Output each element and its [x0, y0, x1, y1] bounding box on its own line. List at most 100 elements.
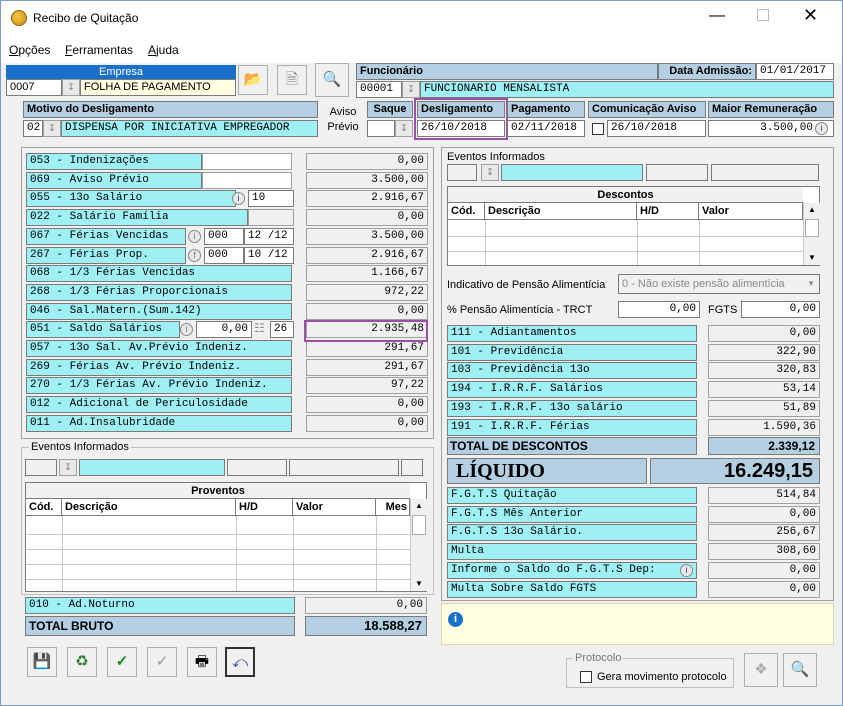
- menu-ajuda[interactable]: Ajuda: [148, 43, 179, 57]
- funcionario-lookup-button[interactable]: ↧: [402, 81, 420, 98]
- proventos-row-value: 972,22: [306, 283, 428, 301]
- recycle-button[interactable]: ♻: [67, 647, 97, 677]
- proventos-col-cod[interactable]: Cód.: [26, 499, 62, 516]
- eventos-right-code[interactable]: [447, 164, 477, 181]
- motivo-lookup-button[interactable]: ↧: [43, 120, 61, 137]
- info-icon[interactable]: i: [232, 192, 245, 206]
- menu-opcoes[interactable]: Opções: [9, 43, 50, 57]
- saque-lookup-button[interactable]: ↧: [395, 120, 413, 137]
- info-icon[interactable]: i: [188, 229, 201, 243]
- minimize-button[interactable]: —: [709, 7, 725, 25]
- proventos-row-extra[interactable]: 000: [204, 246, 244, 264]
- info-icon[interactable]: i: [815, 122, 828, 135]
- descontos-row-value: 322,90: [708, 343, 820, 361]
- confirm-button[interactable]: ✓: [107, 647, 137, 677]
- fgts-row-label: Informe o Saldo do F.G.T.S Dep:: [447, 561, 697, 579]
- eventos-right-hd[interactable]: [646, 164, 708, 181]
- proventos-row-value: 291,67: [306, 340, 428, 357]
- motivo-code-field[interactable]: 02: [23, 120, 43, 137]
- eventos-left-mes[interactable]: [401, 459, 423, 476]
- funcionario-code-field[interactable]: 00001: [356, 81, 402, 98]
- adnoturno-label: 010 - Ad.Noturno: [25, 597, 295, 614]
- empresa-lookup-button[interactable]: ↧: [62, 79, 80, 96]
- proventos-row-label: 068 - 1/3 Férias Vencidas: [26, 265, 292, 283]
- proventos-row-extra[interactable]: [202, 171, 292, 189]
- protocolo-search-button[interactable]: 🔍: [783, 653, 817, 687]
- proventos-row-extra2[interactable]: 10 /12: [244, 246, 294, 264]
- descontos-row-value: 51,89: [708, 399, 820, 417]
- proventos-row-value: 0,00: [306, 209, 428, 227]
- app-icon: [11, 10, 27, 26]
- magnifier-icon: 🔍: [322, 71, 342, 88]
- total-bruto-label: TOTAL BRUTO: [25, 616, 295, 636]
- eventos-right-legend: Eventos Informados: [447, 151, 545, 163]
- save-button[interactable]: 💾: [27, 647, 57, 677]
- desligamento-highlight: [414, 98, 508, 140]
- proventos-grid[interactable]: Proventos Cód. Descrição H/D Valor Mes ▲…: [25, 482, 427, 592]
- proventos-col-valor[interactable]: Valor: [293, 499, 376, 516]
- descontos-col-hd[interactable]: H/D: [637, 203, 699, 220]
- proventos-row-extra[interactable]: 0,00: [196, 321, 252, 339]
- comunicacao-checkbox[interactable]: [592, 123, 604, 135]
- menu-ferramentas[interactable]: Ferramentas: [65, 43, 133, 57]
- comunicacao-header: Comunicação Aviso: [588, 101, 706, 118]
- proventos-row-extra[interactable]: 000: [204, 227, 244, 245]
- proventos-col-descricao[interactable]: Descrição: [62, 499, 236, 516]
- eventos-left-desc[interactable]: [79, 459, 225, 476]
- fgts-row-label: F.G.T.S Mês Anterior: [447, 505, 697, 523]
- proventos-row-extra2[interactable]: 26: [270, 321, 294, 339]
- proventos-col-hd[interactable]: H/D: [236, 499, 293, 516]
- fgts-field[interactable]: 0,00: [741, 301, 820, 318]
- eventos-left-valor[interactable]: [289, 459, 399, 476]
- proventos-row-extra[interactable]: [202, 153, 292, 170]
- fgts-row-label: Multa: [447, 543, 697, 561]
- proventos-row-extra[interactable]: [248, 209, 294, 227]
- descontos-row-value: 320,83: [708, 362, 820, 380]
- info-icon[interactable]: i: [680, 563, 693, 577]
- fgts-row-value: 0,00: [708, 580, 820, 598]
- eventos-right-lookup[interactable]: ↧: [481, 164, 499, 181]
- print-button[interactable]: 🖶: [187, 647, 217, 677]
- undo-button[interactable]: ⤺: [225, 647, 255, 677]
- descontos-col-descricao[interactable]: Descrição: [485, 203, 637, 220]
- eventos-left-hd[interactable]: [227, 459, 287, 476]
- close-button[interactable]: ✕: [803, 5, 818, 26]
- proventos-row-extra[interactable]: 10: [248, 190, 294, 208]
- open-folder-button[interactable]: 📂: [238, 65, 268, 95]
- eventos-right-desc[interactable]: [501, 164, 643, 181]
- funcionario-name-field[interactable]: FUNCIONARIO MENSALISTA: [420, 81, 834, 98]
- info-icon[interactable]: f: [188, 248, 201, 262]
- empresa-name-field[interactable]: FOLHA DE PAGAMENTO: [80, 79, 236, 96]
- eventos-left-code[interactable]: [25, 459, 57, 476]
- comunicacao-field[interactable]: 26/10/2018: [607, 120, 706, 137]
- empresa-code-field[interactable]: 0007: [6, 79, 62, 96]
- document-button[interactable]: 🗎: [277, 65, 307, 95]
- eventos-left-lookup[interactable]: ↧: [59, 459, 77, 476]
- motivo-name-field[interactable]: DISPENSA POR INICIATIVA EMPREGADOR: [61, 120, 318, 137]
- pensao-select[interactable]: 0 - Não existe pensão alimentícia ▼: [618, 274, 820, 294]
- descontos-col-cod[interactable]: Cód.: [448, 203, 485, 220]
- descontos-scrollbar[interactable]: ▲ ▼: [803, 203, 820, 265]
- proventos-col-mes[interactable]: Mes: [376, 499, 410, 516]
- protocolo-checkbox[interactable]: [580, 671, 592, 683]
- saldo-salarios-highlight: [304, 320, 428, 342]
- admissao-field[interactable]: 01/01/2017: [756, 63, 834, 80]
- descontos-col-valor[interactable]: Valor: [699, 203, 803, 220]
- maximize-button[interactable]: [757, 9, 769, 21]
- info-icon[interactable]: i: [180, 323, 193, 337]
- protocolo-action-button[interactable]: ❖: [744, 653, 778, 687]
- calendar-icon[interactable]: ☷: [254, 321, 265, 335]
- pensao-trct-field[interactable]: 0,00: [618, 301, 700, 318]
- total-descontos-label: TOTAL DE DESCONTOS: [447, 437, 697, 455]
- proventos-row-label: 022 - Salário Família: [26, 209, 248, 227]
- main-window: Recibo de Quitação — ✕ Opções Ferramenta…: [0, 0, 843, 706]
- proventos-scrollbar[interactable]: ▲ ▼: [410, 499, 427, 591]
- eventos-right-valor[interactable]: [711, 164, 819, 181]
- fgts-row-value: 0,00: [708, 505, 820, 523]
- confirm-disabled-button[interactable]: ✓: [147, 647, 177, 677]
- proventos-row-extra2[interactable]: 12 /12: [244, 227, 294, 245]
- pagamento-field[interactable]: 02/11/2018: [507, 120, 585, 137]
- search-button[interactable]: 🔍: [315, 63, 349, 97]
- saque-field[interactable]: [367, 120, 395, 137]
- descontos-grid[interactable]: Descontos Cód. Descrição H/D Valor ▲ ▼: [447, 186, 820, 266]
